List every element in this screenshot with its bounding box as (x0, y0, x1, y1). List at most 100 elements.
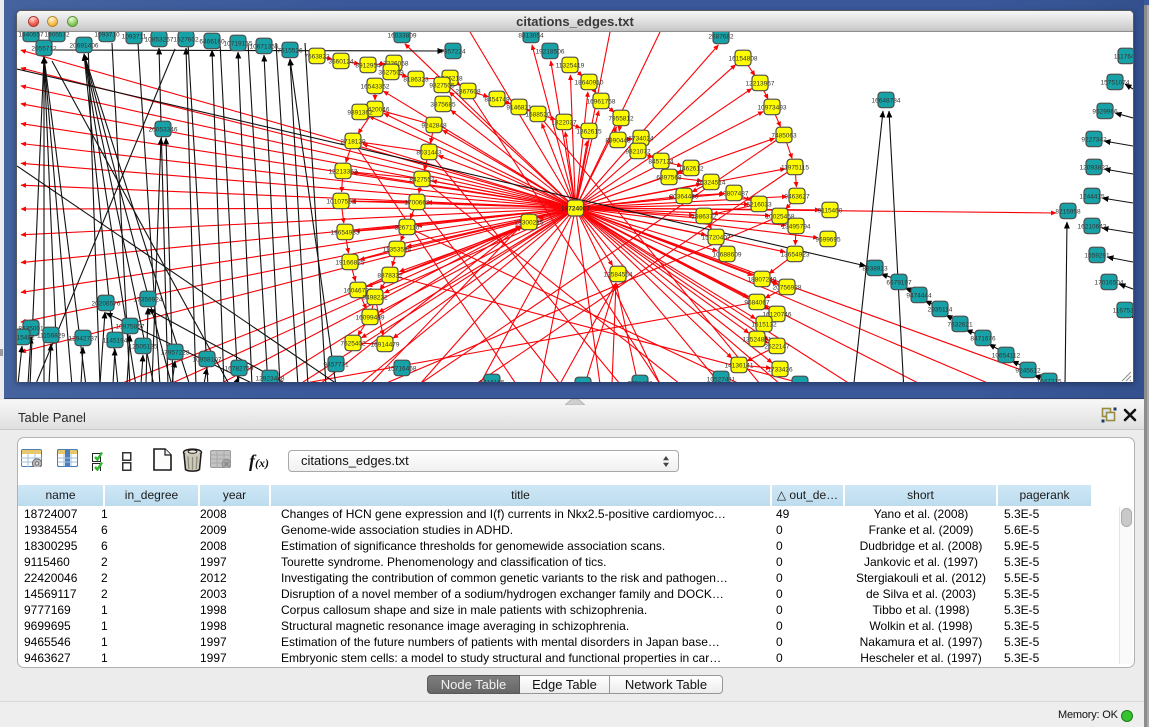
svg-text:1822037: 1822037 (551, 119, 577, 126)
svg-text:15751074: 15751074 (1101, 79, 1130, 86)
svg-text:3627509: 3627509 (378, 69, 404, 76)
svg-text:9457771: 9457771 (323, 361, 349, 368)
svg-text:19166825: 19166825 (336, 259, 365, 266)
svg-text:3875685: 3875685 (430, 101, 456, 108)
svg-text:15716468: 15716468 (388, 365, 417, 372)
svg-text:6679197: 6679197 (886, 279, 912, 286)
svg-text:11156829: 11156829 (37, 332, 65, 339)
svg-text:17016504: 17016504 (1095, 279, 1124, 286)
svg-text:10107552: 10107552 (327, 198, 356, 205)
svg-text:20206576: 20206576 (92, 300, 121, 307)
svg-text:1362615: 1362615 (576, 128, 602, 135)
svg-text:20691406: 20691406 (70, 42, 99, 49)
svg-text:1167533: 1167533 (1113, 307, 1133, 314)
svg-text:16324514: 16324514 (697, 179, 726, 186)
svg-text:9474444: 9474444 (906, 292, 932, 299)
svg-text:18724007: 18724007 (561, 206, 590, 213)
svg-text:11325419: 11325419 (556, 62, 585, 69)
svg-text:9245612: 9245612 (1015, 367, 1041, 374)
svg-text:14136141: 14136141 (725, 362, 754, 369)
svg-text:16648784: 16648784 (872, 97, 901, 104)
svg-text:10807487: 10807487 (720, 190, 749, 197)
svg-text:6466160: 6466160 (199, 38, 225, 45)
svg-text:2522147: 2522147 (764, 343, 790, 350)
svg-text:12584554: 12584554 (604, 271, 633, 278)
svg-text:1093711: 1093711 (122, 33, 147, 40)
svg-text:16210643: 16210643 (1078, 223, 1107, 230)
svg-text:20756928: 20756928 (773, 284, 802, 291)
svg-text:6216033: 6216033 (746, 201, 772, 208)
svg-text:2055712: 2055712 (31, 45, 57, 52)
svg-text:16961758: 16961758 (587, 98, 616, 105)
svg-text:16782759: 16782759 (225, 365, 254, 372)
svg-text:10719155: 10719155 (224, 40, 253, 47)
svg-text:7663822: 7663822 (304, 53, 330, 60)
svg-text:8215958: 8215958 (1055, 208, 1081, 215)
svg-text:9416155: 9416155 (479, 379, 505, 382)
svg-text:10975857: 10975857 (116, 323, 145, 330)
svg-text:1117643: 1117643 (1114, 53, 1133, 60)
svg-text:9224511: 9224511 (788, 381, 813, 382)
svg-text:8427552: 8427552 (409, 176, 435, 183)
svg-text:8454749: 8454749 (484, 96, 510, 103)
svg-text:16543362: 16543362 (361, 83, 390, 90)
svg-text:18807249: 18807249 (748, 276, 777, 283)
svg-text:2687682: 2687682 (708, 33, 734, 40)
svg-text:1840557: 1840557 (18, 32, 44, 38)
svg-text:6734024: 6734024 (628, 135, 654, 142)
svg-text:19218506: 19218506 (536, 48, 565, 55)
svg-text:13524851: 13524851 (743, 336, 772, 343)
svg-text:10973493: 10973493 (758, 104, 787, 111)
svg-text:12923448: 12923448 (256, 375, 285, 382)
svg-text:13654923: 13654923 (781, 251, 810, 258)
svg-text:7751432: 7751432 (627, 380, 653, 382)
svg-text:2718129: 2718129 (340, 138, 366, 145)
svg-text:1615132: 1615132 (751, 321, 777, 328)
svg-text:8031443: 8031443 (416, 149, 442, 156)
svg-text:8938923: 8938923 (862, 265, 888, 272)
svg-text:2367608: 2367608 (455, 88, 481, 95)
svg-text:23300215: 23300215 (515, 219, 544, 226)
svg-text:9684067: 9684067 (744, 299, 770, 306)
svg-text:12505135: 12505135 (129, 343, 158, 350)
svg-text:20053346: 20053346 (149, 126, 178, 133)
svg-text:9242848: 9242848 (421, 122, 447, 129)
svg-text:16154808: 16154808 (729, 55, 758, 62)
svg-text:8471676: 8471676 (970, 335, 996, 342)
svg-text:8186323: 8186323 (403, 76, 429, 83)
svg-text:15720407: 15720407 (702, 234, 731, 241)
svg-text:9699695: 9699695 (815, 236, 841, 243)
svg-text:1145194: 1145194 (103, 337, 128, 344)
svg-text:6897568: 6897568 (656, 174, 682, 181)
svg-text:8457124: 8457124 (648, 158, 674, 165)
svg-text:3660124: 3660124 (328, 58, 354, 65)
svg-text:10853267: 10853267 (145, 36, 174, 43)
svg-text:17359924: 17359924 (134, 296, 163, 303)
svg-text:9115460: 9115460 (818, 207, 843, 214)
svg-text:3267110: 3267110 (395, 224, 420, 231)
svg-text:1905572: 1905572 (44, 32, 70, 38)
svg-text:11353594: 11353594 (383, 246, 412, 253)
svg-text:13495794: 13495794 (782, 223, 811, 230)
svg-text:19654933: 19654933 (331, 229, 360, 236)
svg-text:1527602: 1527602 (173, 36, 199, 43)
svg-text:7485063: 7485063 (771, 132, 797, 139)
svg-text:8813054: 8813054 (518, 32, 544, 39)
svg-text:1559291: 1559291 (1084, 252, 1110, 259)
svg-text:7632621: 7632621 (947, 321, 973, 328)
svg-text:8912954: 8912954 (355, 62, 381, 69)
svg-text:1700662: 1700662 (404, 199, 430, 206)
svg-text:12213363: 12213363 (329, 168, 358, 175)
svg-text:9146821: 9146821 (506, 104, 532, 111)
svg-text:16099489: 16099489 (356, 314, 385, 321)
svg-text:2935114: 2935114 (928, 306, 953, 313)
svg-text:1047215: 1047215 (1036, 378, 1062, 382)
svg-text:18640910: 18640910 (575, 79, 604, 86)
svg-text:7955812: 7955812 (608, 115, 634, 122)
svg-text:9529966: 9529966 (1092, 108, 1118, 115)
svg-text:9327505: 9327505 (429, 82, 455, 89)
svg-text:7357224: 7357224 (440, 48, 466, 55)
svg-text:8878332: 8878332 (377, 272, 403, 279)
svg-text:10958107: 10958107 (193, 356, 222, 363)
svg-text:16033809: 16033809 (388, 32, 417, 39)
